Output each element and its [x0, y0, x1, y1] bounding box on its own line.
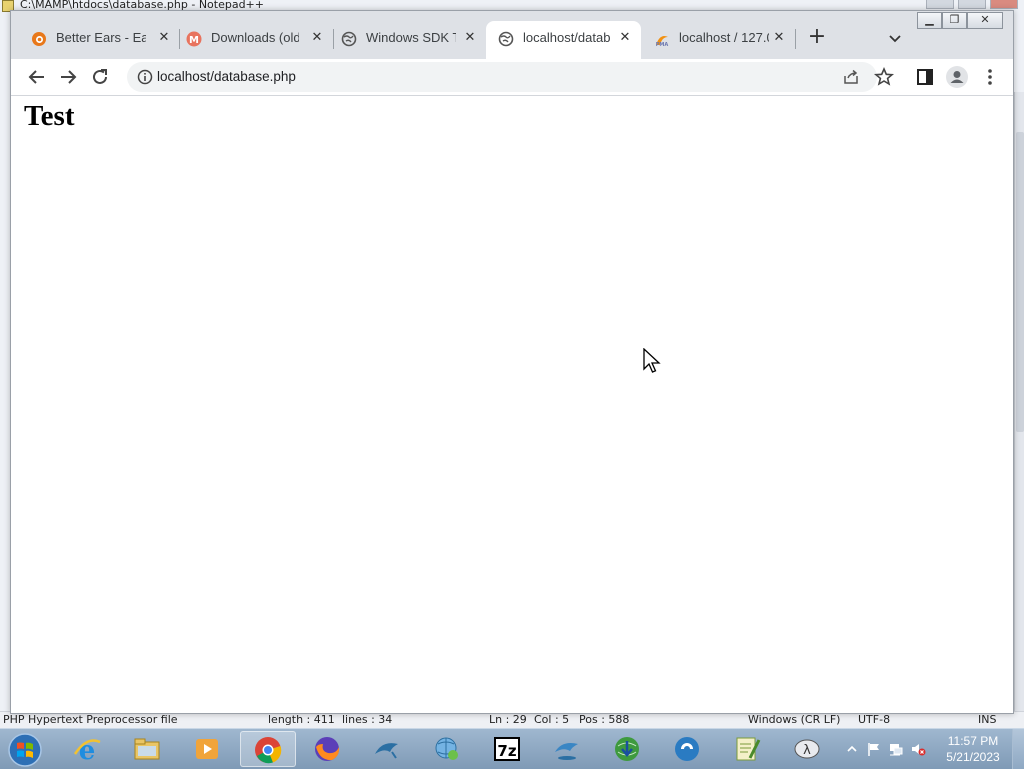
taskbar-driver-tool[interactable] — [660, 731, 716, 767]
tab-label: localhost / 127.0.0.1 — [679, 30, 769, 45]
better-ears-icon — [32, 32, 46, 46]
side-panel-icon[interactable] — [913, 65, 937, 89]
menu-kebab-icon[interactable] — [978, 65, 1002, 89]
close-tab-icon[interactable]: ✕ — [155, 29, 173, 47]
close-tab-icon[interactable]: ✕ — [616, 29, 634, 47]
notepad-title: C:\MAMP\htdocs\database.php - Notepad++ — [20, 0, 264, 11]
dolphin-icon — [375, 743, 398, 759]
minimize-button[interactable]: ▁ — [917, 12, 942, 29]
page-content: Test — [11, 96, 1013, 713]
mamp-elephant-icon: λ — [794, 739, 820, 759]
network-globe-icon — [435, 737, 458, 760]
globe-icon — [341, 31, 357, 47]
tab-label: Downloads (older versions) — [211, 30, 299, 45]
taskbar-download-manager[interactable] — [600, 731, 656, 767]
tab-label: Better Ears - Ear Training — [56, 30, 146, 45]
action-center-flag-icon[interactable] — [866, 741, 882, 757]
profile-avatar-icon[interactable] — [945, 65, 969, 89]
close-tab-icon[interactable]: ✕ — [461, 29, 479, 47]
reload-icon[interactable] — [88, 65, 112, 89]
taskbar-google-chrome[interactable] — [240, 731, 296, 767]
network-icon[interactable] — [888, 741, 904, 757]
system-clock[interactable]: 11:57 PM 5/21/2023 — [940, 733, 1006, 765]
windows-taskbar: e 7z λ 11:57 PM 5/21/2023 — [0, 728, 1024, 769]
internet-explorer-icon: e — [73, 736, 101, 764]
page-heading: Test — [24, 100, 75, 132]
close-window-button[interactable]: ✕ — [967, 12, 1003, 29]
tab-label: localhost/database.php — [523, 30, 611, 45]
forward-arrow-icon[interactable] — [56, 65, 80, 89]
notepad-close-button[interactable] — [990, 0, 1018, 9]
svg-text:M: M — [189, 35, 199, 46]
clock-time: 11:57 PM — [947, 734, 999, 748]
svg-text:λ: λ — [803, 743, 811, 758]
bookmark-star-icon[interactable] — [872, 65, 896, 89]
tab-windows-sdk[interactable]: Windows SDK Tools ✕ — [329, 21, 485, 59]
close-tab-icon[interactable]: ✕ — [770, 29, 788, 47]
taskbar-mysql[interactable] — [540, 731, 596, 767]
new-tab-button[interactable]: + — [806, 26, 828, 49]
tab-phpmyadmin[interactable]: PMA localhost / 127.0.0.1 ✕ — [642, 21, 797, 59]
taskbar-firefox[interactable] — [300, 731, 356, 767]
mysql-dolphin-icon — [555, 743, 578, 760]
driver-tool-icon — [675, 737, 699, 761]
status-mode: INS — [978, 713, 997, 726]
address-bar[interactable]: localhost/database.php — [127, 62, 877, 92]
chrome-icon — [255, 737, 282, 764]
media-player-icon — [196, 739, 218, 759]
show-hidden-icons-icon[interactable] — [844, 741, 860, 757]
show-desktop-button[interactable] — [1012, 729, 1024, 769]
browser-toolbar: localhost/database.php — [11, 59, 1013, 96]
tab-better-ears[interactable]: Better Ears - Ear Training ✕ — [19, 21, 177, 59]
mamp-icon: M — [186, 31, 202, 47]
tab-strip: Better Ears - Ear Training ✕ M Downloads… — [11, 11, 1013, 59]
download-manager-icon — [615, 737, 639, 761]
volume-muted-icon[interactable] — [910, 741, 926, 757]
back-arrow-icon[interactable] — [25, 65, 49, 89]
taskbar-network-tool[interactable] — [420, 731, 476, 767]
url-text[interactable]: localhost/database.php — [157, 69, 296, 84]
tab-label: Windows SDK Tools — [366, 30, 456, 45]
status-eol: Windows (CR LF) — [748, 713, 841, 726]
mouse-cursor-icon — [643, 348, 661, 373]
notepad-scroll-thumb[interactable] — [1016, 132, 1024, 432]
taskbar-internet-explorer[interactable]: e — [60, 731, 116, 767]
firefox-icon — [315, 737, 340, 761]
status-file-type: PHP Hypertext Preprocessor file — [3, 713, 178, 726]
share-icon[interactable] — [843, 69, 859, 85]
taskbar-file-explorer[interactable] — [120, 731, 176, 767]
close-tab-icon[interactable]: ✕ — [308, 29, 326, 47]
status-encoding: UTF-8 — [858, 713, 891, 726]
globe-icon — [498, 31, 514, 47]
svg-text:PMA: PMA — [656, 42, 669, 47]
notepad-maximize-button[interactable] — [958, 0, 986, 9]
system-tray — [842, 733, 942, 765]
notepad-plus-plus-icon — [736, 737, 761, 761]
restore-button[interactable]: ❐ — [942, 12, 967, 29]
7zip-icon: 7z — [494, 737, 520, 761]
start-button[interactable] — [6, 732, 44, 768]
status-length: length : 411 — [268, 713, 335, 726]
folder-icon — [134, 738, 160, 760]
status-pos: Pos : 588 — [579, 713, 630, 726]
tab-localhost-database[interactable]: localhost/database.php ✕ — [486, 21, 641, 59]
status-ln: Ln : 29 — [489, 713, 527, 726]
phpmyadmin-icon: PMA — [656, 36, 669, 47]
tab-search-chevron-icon[interactable] — [885, 28, 905, 48]
svg-text:7z: 7z — [497, 742, 516, 760]
notepad-minimize-button[interactable] — [926, 0, 954, 9]
taskbar-7zip[interactable]: 7z — [480, 731, 536, 767]
status-col: Col : 5 — [534, 713, 570, 726]
taskbar-notepad-plus-plus[interactable] — [720, 731, 776, 767]
status-lines: lines : 34 — [342, 713, 393, 726]
tab-mamp-downloads[interactable]: M Downloads (older versions) ✕ — [174, 21, 330, 59]
site-info-icon[interactable] — [137, 69, 153, 85]
tab-separator — [795, 29, 796, 49]
notepad-scrollbar[interactable] — [1014, 92, 1024, 712]
chrome-window: Better Ears - Ear Training ✕ M Downloads… — [10, 10, 1014, 714]
clock-date: 5/21/2023 — [946, 750, 1000, 764]
taskbar-mamp[interactable]: λ — [780, 731, 836, 767]
taskbar-media-player[interactable] — [180, 731, 236, 767]
taskbar-mysql-workbench[interactable] — [360, 731, 416, 767]
